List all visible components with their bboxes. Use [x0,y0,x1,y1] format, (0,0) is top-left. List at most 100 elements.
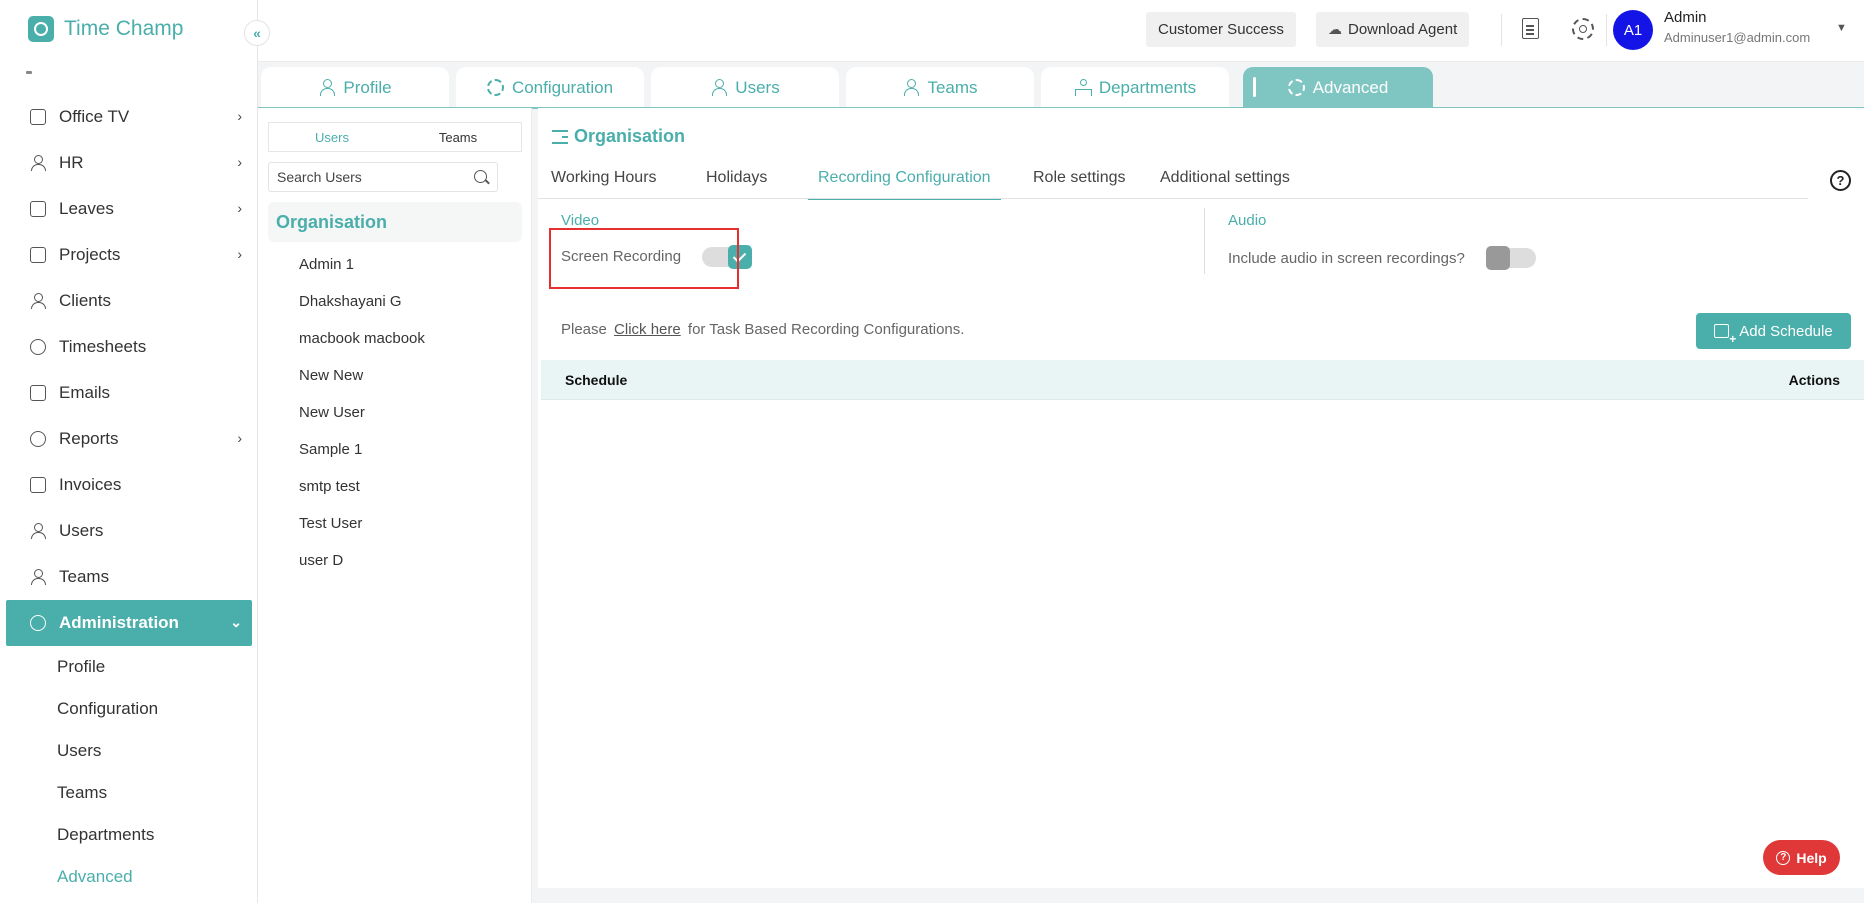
collapse-sidebar-button[interactable]: « [244,20,270,46]
download-agent-label: Download Agent [1348,21,1458,38]
tab-working-hours[interactable]: Working Hours [551,158,657,198]
tabs-divider [538,198,1808,199]
organisation-item[interactable]: Organisation [268,202,522,242]
brand[interactable]: Time Champ [28,16,183,42]
tab-holidays[interactable]: Holidays [706,158,767,198]
sidebar-item-label: Teams [59,567,110,586]
active-indicator [1253,77,1256,97]
question-icon: ? [1776,850,1791,865]
column-header-schedule: Schedule [565,371,628,388]
page-title-text: Organisation [574,126,686,146]
settings-tabs: Working Hours Holidays Recording Configu… [538,158,1864,200]
submenu-item-users[interactable]: Users [0,730,257,772]
sidebar-item-label: HR [59,153,84,172]
sidebar-item-administration[interactable]: Administration ⌄ [6,600,252,646]
submenu-item-configuration[interactable]: Configuration [0,688,257,730]
list-item[interactable]: New New [258,357,532,394]
main-content: Organisation Working Hours Holidays Reco… [538,108,1864,888]
teams-icon [30,569,46,585]
user-name: Admin [1664,9,1707,26]
tab-teams[interactable]: Teams [846,67,1034,108]
sidebar-item-emails[interactable]: Emails [0,370,257,416]
submenu-item-teams[interactable]: Teams [0,772,257,814]
tab-label: Departments [1098,77,1197,97]
user-menu-caret-icon[interactable]: ▼ [1836,22,1847,34]
sidebar-nav: Office TV › HR › Leaves › Projects › Clients… [0,94,257,898]
question-icon[interactable]: ? [1830,170,1851,191]
tab-role-settings[interactable]: Role settings [1033,158,1126,198]
tab-departments[interactable]: Departments [1041,67,1229,108]
list-item[interactable]: Sample 1 [258,431,532,468]
tab-users[interactable]: Users [651,67,839,108]
chevron-right-icon: › [237,430,242,446]
sidebar-item-label: Timesheets [59,337,147,356]
submenu-item-advanced[interactable]: Advanced [0,856,257,898]
tab-configuration[interactable]: Configuration [456,67,644,108]
tv-icon [30,109,46,125]
tab-teams[interactable]: Teams [395,123,521,151]
sidebar-item-label: Office TV [59,107,130,126]
tab-additional-settings[interactable]: Additional settings [1160,158,1290,198]
tab-profile[interactable]: Profile [261,67,449,108]
header-divider [1606,14,1607,46]
tab-users[interactable]: Users [269,123,395,151]
add-schedule-button[interactable]: Add Schedule [1696,313,1851,349]
settings-gear-icon[interactable] [1572,18,1594,40]
menu-icon[interactable] [552,129,568,144]
list-item[interactable]: New User [258,394,532,431]
sidebar-item-invoices[interactable]: Invoices [0,462,257,508]
customer-success-label: Customer Success [1158,21,1284,38]
calendar-add-icon [1714,324,1736,346]
tab-label: Profile [343,77,392,97]
users-icon [30,523,46,539]
section-divider [1204,208,1205,274]
download-agent-button[interactable]: ☁ Download Agent [1316,12,1470,47]
sidebar-item-reports[interactable]: Reports › [0,416,257,462]
sidebar-item-office-tv[interactable]: Office TV › [0,94,257,140]
tab-recording-configuration[interactable]: Recording Configuration [808,158,1001,200]
tab-advanced[interactable]: Advanced [1243,67,1433,108]
submenu-item-profile[interactable]: Profile [0,646,257,688]
app-title: Time Champ [64,17,184,40]
sidebar-item-users[interactable]: Users [0,508,257,554]
person-icon [318,79,336,96]
teams-icon [902,79,920,96]
hint-text-before: Please [561,321,607,338]
list-item[interactable]: Dhakshayani G [258,283,532,320]
search-icon[interactable] [474,170,487,183]
list-item[interactable]: smtp test [258,468,532,505]
top-header: Customer Success ☁ Download Agent A1 Adm… [258,0,1864,62]
admin-top-tabs: Profile Configuration Users Teams Depart… [258,62,1864,109]
submenu-item-departments[interactable]: Departments [0,814,257,856]
add-schedule-label: Add Schedule [1739,322,1833,340]
sidebar-item-timesheets[interactable]: Timesheets [0,324,257,370]
tab-label: Teams [927,77,978,97]
sidebar: Time Champ Office TV › HR › Leaves › Projec… [0,0,258,903]
highlight-box [549,228,739,289]
list-item[interactable]: user D [258,542,532,579]
sidebar-item-leaves[interactable]: Leaves › [0,186,257,232]
sidebar-item-clients[interactable]: Clients [0,278,257,324]
customer-success-button[interactable]: Customer Success [1146,12,1296,47]
list-item[interactable]: Test User [258,505,532,542]
list-item[interactable]: macbook macbook [258,320,532,357]
click-here-link[interactable]: Click here [614,321,681,338]
sidebar-item-hr[interactable]: HR › [0,140,257,186]
person-icon [30,155,46,171]
include-audio-toggle[interactable] [1486,246,1536,270]
list-item[interactable]: Admin 1 [258,246,532,283]
include-audio-label: Include audio in screen recordings? [1228,250,1465,267]
sidebar-item-label: Clients [59,291,111,310]
document-icon[interactable] [1522,18,1539,39]
sidebar-item-label: Emails [59,383,111,402]
sidebar-item-teams[interactable]: Teams [0,554,257,600]
user-list: Admin 1 Dhakshayani G macbook macbook Ne… [258,246,532,579]
avatar[interactable]: A1 [1613,10,1653,50]
gears-icon [486,79,504,96]
sidebar-item-label: Administration [59,613,179,632]
search-input[interactable] [277,169,457,185]
sidebar-item-label: Reports [59,429,119,448]
clock-icon [30,339,46,355]
sidebar-item-projects[interactable]: Projects › [0,232,257,278]
help-button[interactable]: ? Help [1763,840,1840,875]
